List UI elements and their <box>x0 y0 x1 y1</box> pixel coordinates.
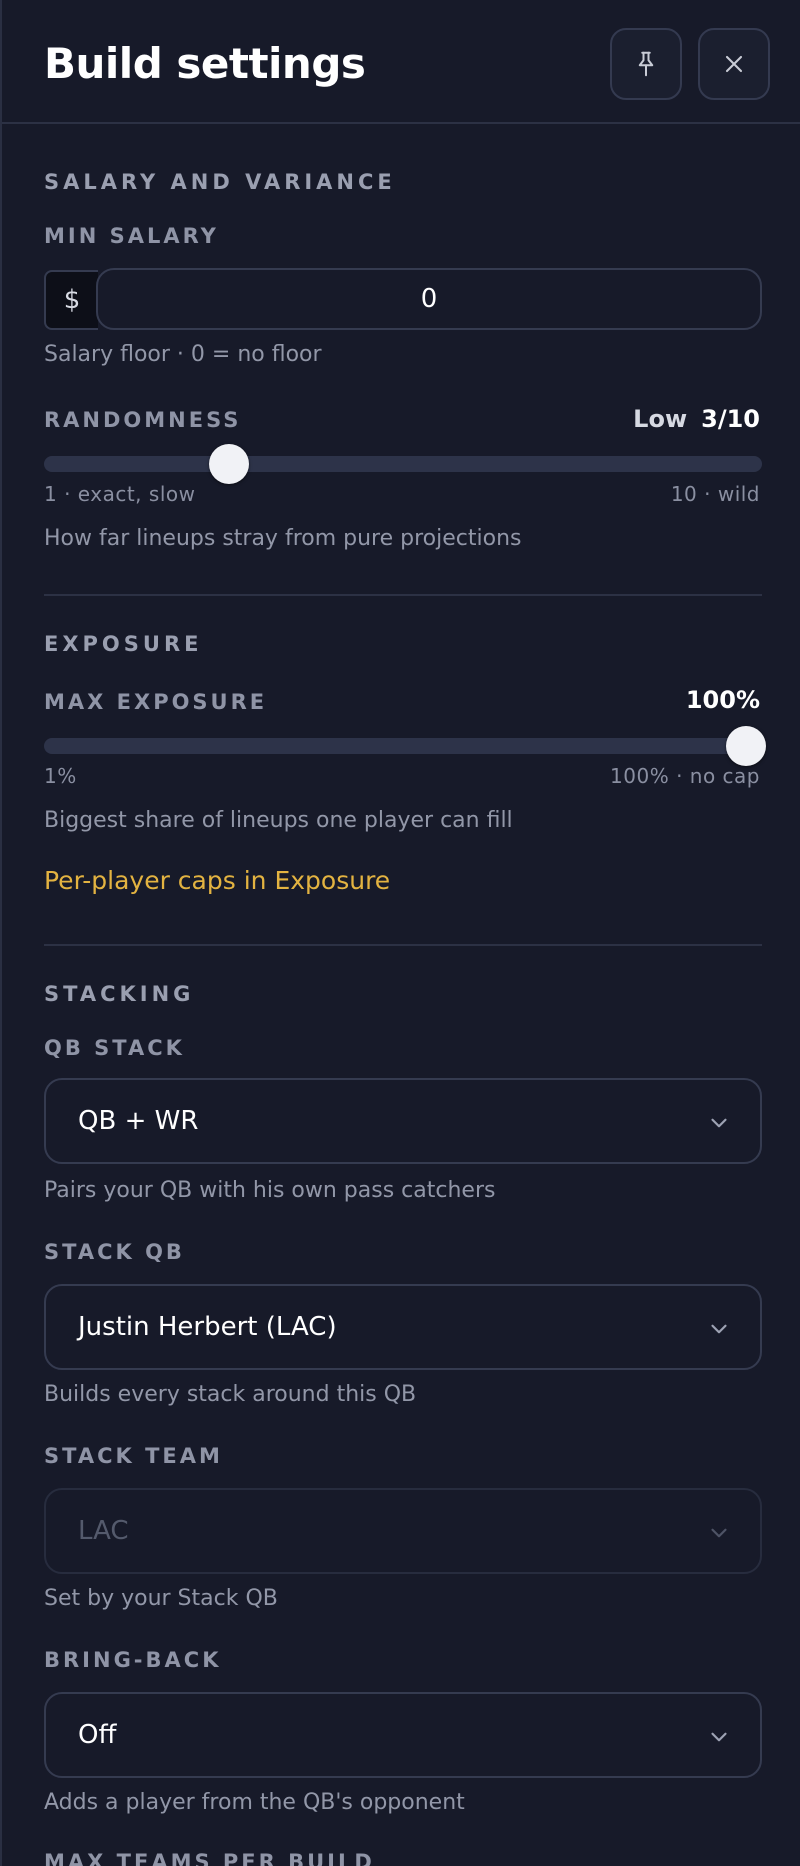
max-exposure-min-label: 1% <box>44 764 77 788</box>
randomness-min-label: 1 · exact, slow <box>44 482 196 506</box>
bring-back-value: Off <box>78 1720 117 1750</box>
stack-team-label: STACK TEAM <box>44 1444 223 1468</box>
stack-qb-label: STACK QB <box>44 1240 185 1264</box>
qb-stack-value: QB + WR <box>78 1106 199 1136</box>
section-title-exposure: EXPOSURE <box>44 632 203 656</box>
section-title-stacking: STACKING <box>44 982 195 1006</box>
per-player-caps-link[interactable]: Per-player caps in Exposure <box>44 866 390 895</box>
divider <box>44 944 762 946</box>
randomness-value-text: 3/10 <box>701 405 760 433</box>
min-salary-input[interactable] <box>96 268 762 330</box>
qb-stack-label: QB STACK <box>44 1036 185 1060</box>
bring-back-help: Adds a player from the QB's opponent <box>44 1790 465 1815</box>
chevron-down-icon <box>706 1110 732 1143</box>
close-button[interactable] <box>698 28 770 100</box>
pin-icon <box>631 49 661 79</box>
build-settings-panel: Build settings SALARY AND VARIANCE MIN S… <box>0 0 800 1866</box>
pin-button[interactable] <box>610 28 682 100</box>
stack-team-select: LAC <box>44 1488 762 1574</box>
close-icon <box>720 50 748 78</box>
max-exposure-help: Biggest share of lineups one player can … <box>44 808 513 833</box>
max-exposure-value: 100% <box>685 686 760 714</box>
stack-qb-select[interactable]: Justin Herbert (LAC) <box>44 1284 762 1370</box>
randomness-level: Low <box>633 405 688 433</box>
randomness-max-label: 10 · wild <box>670 482 760 506</box>
min-salary-label: MIN SALARY <box>44 224 219 248</box>
randomness-help: How far lineups stray from pure projecti… <box>44 526 522 551</box>
max-exposure-label: MAX EXPOSURE <box>44 690 268 714</box>
section-title-salary-variance: SALARY AND VARIANCE <box>44 170 396 194</box>
max-exposure-slider-track[interactable] <box>44 738 762 754</box>
stack-qb-help: Builds every stack around this QB <box>44 1382 417 1407</box>
max-teams-label: MAX TEAMS PER BUILD <box>44 1850 375 1866</box>
stack-qb-value: Justin Herbert (LAC) <box>78 1312 337 1342</box>
chevron-down-icon <box>706 1520 732 1553</box>
stack-team-help: Set by your Stack QB <box>44 1586 278 1611</box>
page-title: Build settings <box>44 39 366 88</box>
bring-back-label: BRING-BACK <box>44 1648 222 1672</box>
chevron-down-icon <box>706 1316 732 1349</box>
max-exposure-slider-thumb[interactable] <box>726 726 766 766</box>
divider <box>44 594 762 596</box>
randomness-label: RANDOMNESS <box>44 408 242 432</box>
stack-team-value: LAC <box>78 1516 129 1546</box>
qb-stack-select[interactable]: QB + WR <box>44 1078 762 1164</box>
randomness-slider-thumb[interactable] <box>208 444 249 484</box>
chevron-down-icon <box>706 1724 732 1757</box>
randomness-value: Low 3/10 <box>633 405 760 433</box>
max-exposure-max-label: 100% · no cap <box>610 764 760 788</box>
panel-header: Build settings <box>2 0 800 124</box>
bring-back-select[interactable]: Off <box>44 1692 762 1778</box>
min-salary-help: Salary floor · 0 = no floor <box>44 342 322 367</box>
qb-stack-help: Pairs your QB with his own pass catchers <box>44 1178 496 1203</box>
currency-prefix: $ <box>44 270 98 330</box>
randomness-slider-track[interactable] <box>44 456 762 472</box>
